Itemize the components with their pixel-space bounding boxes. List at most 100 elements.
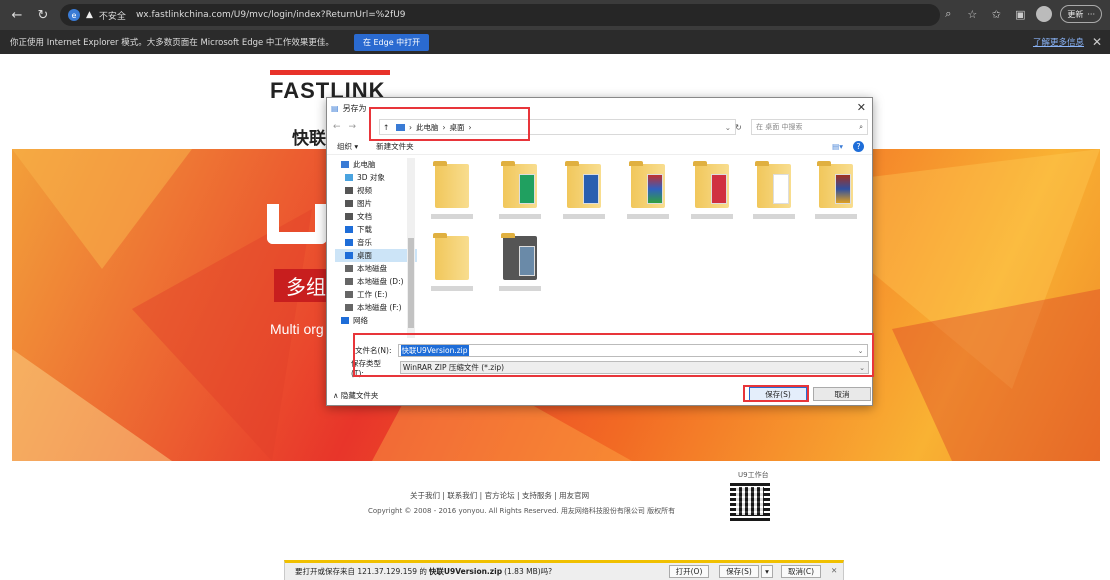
forward-icon[interactable]: → [349, 122, 357, 132]
filetype-select[interactable]: WinRAR ZIP 压缩文件 (*.zip) ⌄ [399, 361, 869, 374]
file-name-blurred [431, 214, 473, 219]
sidebar-item[interactable]: 图片 [335, 197, 417, 210]
cancel-button[interactable]: 取消 [813, 387, 871, 401]
video-icon [345, 187, 353, 194]
3d-objects-icon [345, 174, 353, 181]
sidebar-item[interactable]: 本地磁盘 (F:) [335, 301, 417, 314]
up-icon[interactable]: ↑ [383, 123, 389, 132]
navigation-pane: 此电脑 3D 对象视频图片 文档 下载音乐桌面 本地磁盘本地磁盘 (D:) 工作 (E:)… [335, 158, 417, 338]
navigation-scrollbar[interactable] [407, 158, 415, 338]
sidebar-item[interactable]: 此电脑 [335, 158, 417, 171]
new-folder-button[interactable]: 新建文件夹 [376, 141, 414, 152]
sidebar-item[interactable]: 文档 [335, 210, 417, 223]
sidebar-item[interactable]: 视频 [335, 184, 417, 197]
security-label: 不安全 [98, 11, 126, 22]
download-save-button[interactable]: 保存(S) [719, 565, 759, 578]
favorite-star-icon[interactable]: ☆ [964, 6, 980, 22]
close-icon[interactable]: ✕ [831, 566, 837, 575]
download-cancel-button[interactable]: 取消(C) [781, 565, 821, 578]
learn-more-link[interactable]: 了解更多信息 [1033, 36, 1084, 48]
download-size: (1.83 MB)吗? [504, 567, 553, 576]
separator: › [442, 122, 446, 132]
sidebar-item[interactable]: 本地磁盘 [335, 262, 417, 275]
sidebar-item[interactable]: 网络 [335, 314, 417, 327]
help-icon[interactable]: ? [853, 140, 864, 152]
sidebar-item[interactable]: 音乐 [335, 236, 417, 249]
path-breadcrumb[interactable]: ↑ › 此电脑 › 桌面 › ⌄ [379, 119, 736, 135]
sidebar-item[interactable]: 本地磁盘 (D:) [335, 275, 417, 288]
sidebar-item[interactable]: 3D 对象 [335, 171, 417, 184]
breadcrumb-item-desktop[interactable]: 桌面 [450, 122, 465, 133]
breadcrumb-item-pc[interactable]: 此电脑 [416, 122, 439, 133]
more-icon: ··· [1087, 9, 1095, 19]
save-as-icon: ▤ [331, 103, 339, 113]
sidebar-item[interactable]: 工作 (E:) [335, 288, 417, 301]
ie-mode-icon[interactable]: e [68, 9, 80, 21]
sidebar-item-label: 工作 (E:) [357, 290, 388, 299]
collections-icon[interactable]: ▣ [1012, 6, 1028, 22]
folder-item[interactable] [749, 158, 799, 228]
scroll-thumb[interactable] [408, 238, 414, 328]
favorites-icon[interactable]: ✩ [988, 6, 1004, 22]
folder-item[interactable] [427, 158, 477, 228]
filetype-label: 保存类型(T): [351, 358, 381, 378]
update-label: 更新 [1067, 9, 1084, 19]
filename-field[interactable]: 快联U9Version.zip ⌄ [397, 344, 868, 357]
zoom-icon[interactable]: ⌕ [940, 6, 956, 22]
refresh-icon[interactable]: ↻ [726, 119, 751, 135]
view-options-icon[interactable]: ▤▾ [832, 142, 843, 151]
save-button[interactable]: 保存(S) [749, 387, 807, 401]
sidebar-item[interactable]: 桌面 [335, 249, 417, 262]
file-name-blurred [499, 286, 541, 291]
open-button[interactable]: 打开(O) [669, 565, 709, 578]
folder-item[interactable] [623, 158, 673, 228]
address-bar[interactable]: e ▲ 不安全 wx.fastlinkchina.com/U9/mvc/logi… [60, 4, 940, 26]
folder-preview [519, 246, 535, 276]
folder-item[interactable] [559, 158, 609, 228]
insecure-warning-icon: ▲ [86, 10, 93, 20]
close-icon[interactable]: ✕ [857, 101, 866, 114]
file-list [427, 158, 867, 338]
filename-label: 文件名(N): [355, 346, 392, 355]
folder-item[interactable] [495, 158, 545, 228]
folder-item[interactable] [811, 158, 861, 228]
sidebar-item-label: 视频 [357, 186, 372, 195]
footer-links[interactable]: 关于我们 | 联系我们 | 官方论坛 | 支持服务 | 用友官网 [410, 490, 589, 501]
file-name-blurred [499, 214, 541, 219]
url-text: wx.fastlinkchina.com/U9/mvc/login/index?… [135, 10, 406, 20]
desktop-icon [345, 252, 353, 259]
dialog-title: 另存为 [342, 103, 367, 113]
refresh-icon[interactable]: ↻ [34, 6, 52, 24]
dialog-titlebar[interactable]: ▤ 另存为 ✕ [327, 98, 872, 118]
filetype-value: WinRAR ZIP 压缩文件 (*.zip) [402, 363, 505, 372]
sidebar-item-label: 此电脑 [353, 160, 376, 169]
update-button[interactable]: 更新 ··· [1060, 5, 1102, 23]
back-icon[interactable]: ← [8, 6, 26, 24]
open-in-edge-button[interactable]: 在 Edge 中打开 [353, 33, 430, 51]
avatar[interactable] [1036, 6, 1053, 22]
chevron-down-icon[interactable]: ⌄ [858, 347, 864, 355]
u9-logo-mark [267, 204, 327, 244]
sidebar-item[interactable]: 下载 [335, 223, 417, 236]
hide-folders-toggle[interactable]: ∧ 隐藏文件夹 [333, 390, 378, 401]
separator: › [468, 122, 472, 132]
sidebar-item-label: 音乐 [357, 238, 372, 247]
filetype-row: 保存类型(T): WinRAR ZIP 压缩文件 (*.zip) ⌄ [351, 358, 869, 378]
sidebar-item-label: 本地磁盘 (D:) [357, 277, 404, 286]
organize-menu[interactable]: 组织 ▾ [337, 141, 358, 152]
folder-preview [835, 174, 851, 204]
search-input[interactable]: 在 桌面 中搜索 ⌕ [751, 119, 868, 135]
ie-banner-message: 你正使用 Internet Explorer 模式。大多数页面在 Microso… [10, 38, 334, 48]
back-icon[interactable]: ← [333, 122, 341, 132]
folder-item[interactable] [687, 158, 737, 228]
file-name-blurred [627, 214, 669, 219]
pictures-icon [345, 200, 353, 207]
close-banner-icon[interactable]: ✕ [1092, 35, 1102, 49]
chevron-down-icon[interactable]: ⌄ [859, 364, 865, 372]
folder-item[interactable] [495, 230, 545, 300]
save-options-dropdown-icon[interactable]: ▾ [761, 565, 773, 578]
download-bar: 要打开或保存来自 121.37.129.159 的 快联U9Version.zi… [284, 560, 844, 580]
folder-item[interactable] [427, 230, 477, 300]
ie-mode-banner: 你正使用 Internet Explorer 模式。大多数页面在 Microso… [0, 30, 1110, 54]
pc-icon [341, 161, 349, 168]
